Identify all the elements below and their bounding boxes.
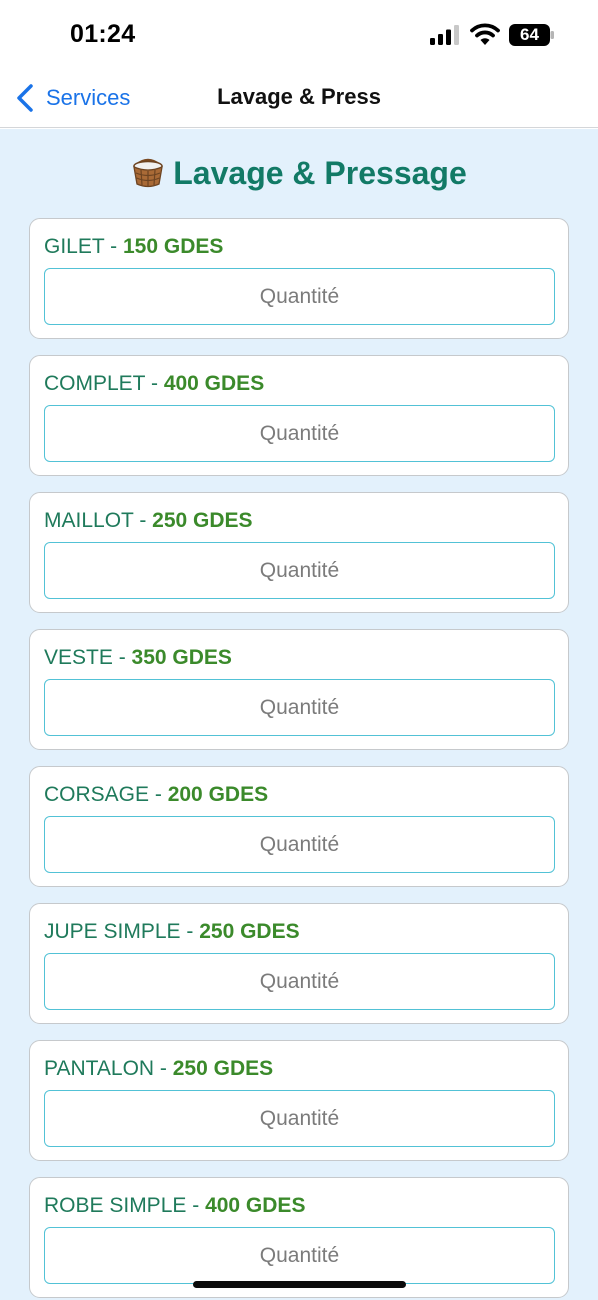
service-price: 200 GDES: [167, 783, 269, 806]
service-card-corsage: CORSAGE - 200 GDES: [29, 766, 569, 887]
quantity-input-pantalon[interactable]: [44, 1090, 555, 1147]
status-bar: 01:24 64: [0, 0, 598, 72]
service-separator: -: [104, 235, 123, 258]
service-label: JUPE SIMPLE - 250 GDES: [44, 920, 300, 944]
service-card-pantalon: PANTALON - 250 GDES: [29, 1040, 569, 1161]
service-label: COMPLET - 400 GDES: [44, 372, 264, 396]
service-separator: -: [186, 1194, 206, 1217]
service-price: 400 GDES: [163, 372, 265, 395]
service-card-jupe-simple: JUPE SIMPLE - 250 GDES: [29, 903, 569, 1024]
service-label: VESTE - 350 GDES: [44, 646, 232, 670]
service-name: GILET: [44, 235, 105, 258]
navigation-bar: Services Lavage & Press: [0, 72, 598, 128]
service-card-complet: COMPLET - 400 GDES: [29, 355, 569, 476]
quantity-input-jupe-simple[interactable]: [44, 953, 555, 1010]
quantity-input-robe-simple[interactable]: [44, 1227, 555, 1284]
battery-icon: 64: [509, 24, 555, 46]
quantity-input-gilet[interactable]: [44, 268, 555, 325]
service-label: ROBE SIMPLE - 400 GDES: [44, 1194, 305, 1218]
quantity-input-veste[interactable]: [44, 679, 555, 736]
service-separator: -: [154, 1057, 173, 1080]
service-name: PANTALON: [44, 1057, 155, 1080]
service-label: MAILLOT - 250 GDES: [44, 509, 253, 533]
battery-level: 64: [520, 25, 539, 44]
service-separator: -: [180, 920, 200, 943]
service-card-maillot: MAILLOT - 250 GDES: [29, 492, 569, 613]
service-price: 400 GDES: [205, 1194, 306, 1217]
service-separator: -: [149, 783, 168, 806]
service-card-robe-simple: ROBE SIMPLE - 400 GDES: [29, 1177, 569, 1298]
back-button-label: Services: [46, 85, 131, 110]
service-label: CORSAGE - 200 GDES: [44, 783, 268, 807]
home-indicator[interactable]: [193, 1281, 406, 1288]
quantity-input-complet[interactable]: [44, 405, 555, 462]
service-card-veste: VESTE - 350 GDES: [29, 629, 569, 750]
service-price: 350 GDES: [131, 646, 232, 669]
quantity-input-corsage[interactable]: [44, 816, 555, 873]
chevron-left-icon: [17, 84, 33, 112]
service-card-gilet: GILET - 150 GDES: [29, 218, 569, 339]
wifi-icon: [470, 23, 500, 45]
service-name: CORSAGE: [44, 783, 150, 806]
service-separator: -: [112, 646, 132, 669]
service-label: PANTALON - 250 GDES: [44, 1057, 273, 1081]
status-time: 01:24: [70, 20, 136, 48]
service-price: 150 GDES: [122, 235, 224, 258]
page-heading: Lavage & Pressage: [0, 155, 598, 192]
service-price: 250 GDES: [199, 920, 300, 943]
service-name: JUPE SIMPLE: [44, 920, 181, 943]
service-label: GILET - 150 GDES: [44, 235, 223, 259]
quantity-input-maillot[interactable]: [44, 542, 555, 599]
service-price: 250 GDES: [152, 509, 253, 532]
back-button[interactable]: Services: [14, 80, 130, 116]
service-name: ROBE SIMPLE: [44, 1194, 187, 1217]
service-name: COMPLET: [44, 372, 146, 395]
main-content: Lavage & Pressage GILET - 150 GDES COMPL…: [0, 129, 598, 1300]
service-name: MAILLOT: [44, 509, 134, 532]
service-name: VESTE: [44, 646, 113, 669]
basket-icon: [133, 158, 164, 188]
page-heading-text: Lavage & Pressage: [173, 155, 467, 191]
service-price: 250 GDES: [172, 1057, 274, 1080]
cellular-signal-icon: [430, 25, 459, 45]
service-separator: -: [145, 372, 164, 395]
service-separator: -: [133, 509, 153, 532]
